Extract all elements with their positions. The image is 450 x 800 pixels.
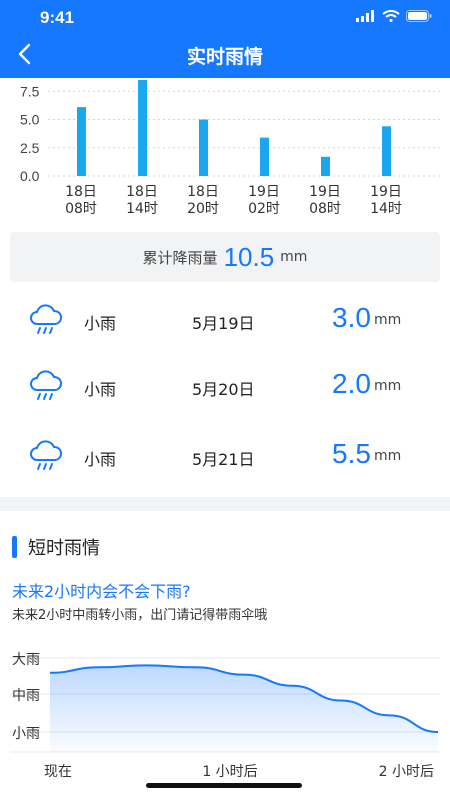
daily-rain-value: 2.0	[332, 368, 371, 399]
x-tick-day: 19日	[248, 184, 280, 200]
x-tick-day: 18日	[65, 184, 97, 200]
total-rainfall-value: 10.5	[223, 241, 275, 272]
home-indicator	[146, 783, 302, 788]
x-tick-day: 18日	[187, 184, 219, 200]
page-title: 实时雨情	[186, 46, 263, 68]
rain-bar	[382, 126, 391, 176]
total-rainfall-unit: mm	[280, 249, 308, 265]
x-time-label: 1 小时后	[202, 764, 257, 780]
rain-bar	[199, 119, 208, 176]
rain-trend-chart: 大雨中雨小雨现在 1 小时后 2 小时后	[10, 652, 440, 780]
y-level-label: 大雨	[12, 652, 40, 668]
rain-bar	[77, 107, 86, 176]
battery-icon	[406, 10, 432, 22]
daily-rain-unit: mm	[374, 312, 402, 328]
y-tick-label: 7.5	[20, 83, 40, 99]
y-tick-label: 2.5	[20, 140, 40, 156]
x-tick-hour: 20时	[187, 201, 219, 217]
short-term-question: 未来2小时内会不会下雨?	[12, 582, 191, 601]
y-tick-label: 0.0	[20, 168, 40, 184]
x-tick-hour: 14时	[370, 201, 402, 217]
daily-rain-unit: mm	[374, 448, 402, 464]
short-term-title: 短时雨情	[28, 538, 100, 559]
x-tick-hour: 08时	[309, 201, 341, 217]
daily-date: 5月20日	[192, 380, 255, 399]
x-tick-day: 19日	[309, 184, 341, 200]
rain-bar	[138, 80, 147, 176]
y-level-label: 小雨	[12, 726, 40, 742]
rain-cloud-icon	[30, 370, 62, 400]
x-tick-day: 18日	[126, 184, 158, 200]
status-icons	[356, 10, 432, 22]
rainfall-bar-chart: 7.55.02.50.018日08时18日14时18日20时19日02时19日0…	[20, 80, 440, 217]
rain-bar	[260, 137, 269, 176]
total-rainfall-box: 累计降雨量 10.5 mm	[10, 232, 440, 282]
x-tick-hour: 08时	[65, 201, 97, 217]
daily-rain-type: 小雨	[84, 450, 117, 469]
x-tick-hour: 14时	[126, 201, 158, 217]
rain-cloud-icon	[30, 440, 62, 470]
daily-date: 5月19日	[192, 314, 255, 333]
daily-row: 小雨 5月21日 5.5 mm	[0, 428, 450, 488]
section-accent-bar	[12, 536, 17, 558]
wifi-icon	[382, 10, 400, 22]
rain-bar	[321, 156, 330, 176]
daily-date: 5月21日	[192, 450, 255, 469]
rain-cloud-icon	[30, 304, 62, 334]
app-header: 9:41 实时雨情	[0, 0, 450, 78]
signal-icon	[356, 10, 374, 22]
daily-rain-type: 小雨	[84, 380, 117, 399]
daily-rain-value: 3.0	[332, 302, 371, 333]
total-rainfall-label: 累计降雨量	[142, 248, 218, 267]
x-tick-hour: 02时	[248, 201, 280, 217]
daily-rain-value: 5.5	[332, 438, 371, 469]
y-tick-label: 5.0	[20, 112, 40, 128]
x-tick-day: 19日	[370, 184, 402, 200]
daily-row: 小雨 5月20日 2.0 mm	[0, 358, 450, 418]
daily-rain-unit: mm	[374, 378, 402, 394]
rain-trend-area	[50, 665, 438, 752]
x-time-label: 2 小时后	[379, 764, 434, 780]
short-term-description: 未来2小时中雨转小雨，出门请记得带雨伞哦	[12, 608, 268, 623]
y-level-label: 中雨	[12, 688, 40, 704]
daily-row: 小雨 5月19日 3.0 mm	[0, 292, 450, 352]
x-time-label: 现在	[44, 764, 72, 780]
status-time: 9:41	[40, 8, 75, 27]
daily-rain-type: 小雨	[84, 314, 117, 333]
section-divider	[0, 497, 450, 511]
